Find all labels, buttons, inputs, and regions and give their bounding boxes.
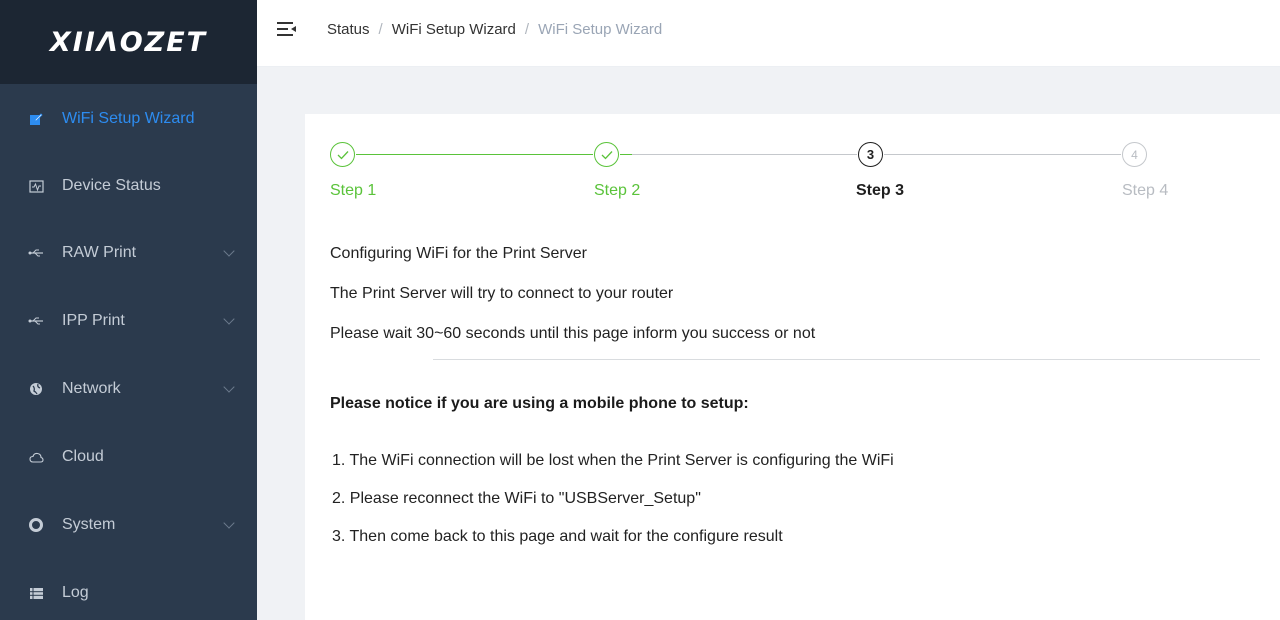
list-icon xyxy=(28,585,44,601)
step-connector-3 xyxy=(884,154,1121,155)
top-header: Status / WiFi Setup Wizard / WiFi Setup Wiza… xyxy=(257,0,1280,67)
sidebar-item-device-status[interactable]: Device Status xyxy=(0,161,257,211)
globe-icon xyxy=(28,381,44,397)
step-3-number: 3 xyxy=(858,142,883,167)
edit-icon xyxy=(28,111,44,127)
sidebar-item-label: Log xyxy=(62,584,89,601)
breadcrumb-status[interactable]: Status xyxy=(327,21,370,38)
sidebar-item-wifi-setup-wizard[interactable]: WiFi Setup Wizard xyxy=(0,94,257,144)
sidebar-item-cloud[interactable]: Cloud xyxy=(0,432,257,482)
chevron-down-icon xyxy=(223,245,235,257)
brand-logo: XIIΛOZET xyxy=(49,26,208,58)
status-line-3: Please wait 30~60 seconds until this pag… xyxy=(330,325,816,342)
sidebar-item-raw-print[interactable]: RAW Print xyxy=(0,228,257,278)
sidebar-item-system[interactable]: System xyxy=(0,500,257,550)
usb-icon xyxy=(28,245,44,261)
step-4-title: Step 4 xyxy=(1122,182,1169,199)
notice-title: Please notice if you are using a mobile … xyxy=(330,395,749,412)
notice-item-1: 1. The WiFi connection will be lost when… xyxy=(332,452,894,469)
breadcrumb: Status / WiFi Setup Wizard / WiFi Setup Wiza… xyxy=(327,21,662,38)
sidebar-item-label: RAW Print xyxy=(62,244,137,261)
chevron-down-icon xyxy=(223,313,235,325)
sidebar-item-label: Device Status xyxy=(62,177,161,194)
step-connector-1 xyxy=(356,154,593,155)
monitor-icon xyxy=(28,178,44,194)
sidebar-item-ipp-print[interactable]: IPP Print xyxy=(0,296,257,346)
menu-toggle-icon[interactable] xyxy=(277,19,297,39)
step-2-title: Step 2 xyxy=(594,182,641,199)
usb-icon xyxy=(28,313,44,329)
step-4-number: 4 xyxy=(1122,142,1147,167)
status-line-2: The Print Server will try to connect to … xyxy=(330,285,674,302)
breadcrumb-separator: / xyxy=(378,20,383,38)
sidebar: XIIΛOZET WiFi Setup Wizard Device Status… xyxy=(0,0,257,620)
notice-item-3: 3. Then come back to this page and wait … xyxy=(332,528,783,545)
status-line-1: Configuring WiFi for the Print Server xyxy=(330,245,587,262)
chevron-down-icon xyxy=(223,381,235,393)
content-divider xyxy=(433,359,1260,360)
breadcrumb-separator: / xyxy=(524,20,530,38)
sidebar-item-label: IPP Print xyxy=(62,312,125,329)
step-2-check-icon xyxy=(594,142,619,167)
step-1-check-icon xyxy=(330,142,355,167)
sidebar-item-label: System xyxy=(62,516,116,533)
breadcrumb-current: WiFi Setup Wizard xyxy=(538,20,663,38)
sidebar-item-label: Network xyxy=(62,380,121,397)
logo-area: XIIΛOZET xyxy=(0,0,257,84)
gear-icon xyxy=(28,517,44,533)
breadcrumb-wifi-setup-wizard[interactable]: WiFi Setup Wizard xyxy=(392,21,516,38)
chevron-down-icon xyxy=(223,517,235,529)
cloud-icon xyxy=(28,449,44,465)
sidebar-item-label: WiFi Setup Wizard xyxy=(62,110,195,127)
sidebar-item-network[interactable]: Network xyxy=(0,364,257,414)
step-3-title: Step 3 xyxy=(856,182,905,199)
notice-item-2: 2. Please reconnect the WiFi to "USBServ… xyxy=(332,490,701,507)
sidebar-item-log[interactable]: Log xyxy=(0,568,257,618)
sidebar-item-label: Cloud xyxy=(62,448,104,465)
step-1-title: Step 1 xyxy=(330,182,377,199)
step-connector-2 xyxy=(620,154,857,155)
